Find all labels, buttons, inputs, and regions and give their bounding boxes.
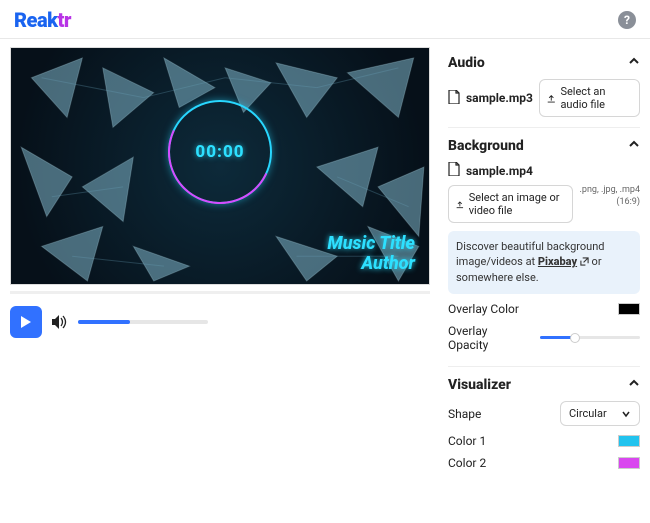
chevron-down-icon <box>621 409 631 419</box>
file-icon <box>448 162 460 179</box>
chevron-up-icon <box>628 377 640 393</box>
audio-section: Audio sample.mp3 Select an audio file <box>448 45 640 128</box>
overlay-opacity-row: Overlay Opacity <box>448 324 640 353</box>
play-icon <box>20 315 32 329</box>
color2-swatch[interactable] <box>618 457 640 469</box>
audio-file-row: sample.mp3 <box>448 90 533 107</box>
volume-fill <box>78 320 130 324</box>
background-info-box: Discover beautiful background image/vide… <box>448 231 640 294</box>
color1-label: Color 1 <box>448 434 486 448</box>
play-button[interactable] <box>10 306 42 338</box>
background-hint: .png, .jpg, .mp4 (16:9) <box>579 185 640 208</box>
visualizer-section-header[interactable]: Visualizer <box>448 377 640 393</box>
preview-music-title: Music Title <box>327 233 415 254</box>
select-audio-button[interactable]: Select an audio file <box>539 79 640 117</box>
preview-timer: 00:00 <box>195 142 244 162</box>
shape-select[interactable]: Circular <box>560 401 640 426</box>
color1-swatch[interactable] <box>618 435 640 447</box>
shape-label: Shape <box>448 407 481 421</box>
video-preview[interactable]: 00:00 Music Title Author <box>10 47 430 285</box>
shape-value: Circular <box>569 407 607 420</box>
color2-row: Color 2 <box>448 456 640 470</box>
overlay-color-swatch[interactable] <box>618 303 640 315</box>
overlay-color-row: Overlay Color <box>448 302 640 316</box>
audio-filename: sample.mp3 <box>466 91 533 105</box>
background-section: Background sample.mp4 Select an image or… <box>448 128 640 367</box>
background-filename: sample.mp4 <box>466 164 533 178</box>
external-link-icon <box>580 255 589 270</box>
background-section-header[interactable]: Background <box>448 138 640 154</box>
preview-author: Author <box>361 253 415 274</box>
upload-icon <box>456 199 464 210</box>
preview-pane: 00:00 Music Title Author <box>0 39 440 523</box>
settings-panel: Audio sample.mp3 Select an audio file Ba… <box>440 39 650 523</box>
color1-row: Color 1 <box>448 434 640 448</box>
upload-icon <box>547 93 556 104</box>
progress-bar[interactable] <box>10 291 430 294</box>
audio-section-header[interactable]: Audio <box>448 55 640 71</box>
pixabay-link[interactable]: Pixabay <box>538 255 577 268</box>
playback-controls <box>10 306 430 338</box>
overlay-opacity-slider[interactable] <box>540 336 640 339</box>
app-header: Reaktr ? <box>0 0 650 39</box>
main-layout: 00:00 Music Title Author Audio <box>0 39 650 523</box>
volume-slider[interactable] <box>78 320 208 324</box>
visualizer-heading: Visualizer <box>448 377 511 393</box>
opacity-thumb <box>570 333 580 343</box>
chevron-up-icon <box>628 55 640 71</box>
shape-row: Shape Circular <box>448 401 640 426</box>
color2-label: Color 2 <box>448 456 486 470</box>
overlay-color-label: Overlay Color <box>448 302 519 316</box>
visualizer-section: Visualizer Shape Circular Color 1 Color … <box>448 367 640 484</box>
file-icon <box>448 90 460 107</box>
background-heading: Background <box>448 138 524 154</box>
chevron-up-icon <box>628 138 640 154</box>
audio-heading: Audio <box>448 55 485 71</box>
select-background-button[interactable]: Select an image or video file <box>448 185 573 223</box>
app-logo: Reaktr <box>14 8 71 32</box>
logo-part-1: Reak <box>14 8 58 32</box>
help-button[interactable]: ? <box>618 11 636 29</box>
background-file-row: sample.mp4 <box>448 162 640 179</box>
overlay-opacity-label: Overlay Opacity <box>448 324 508 353</box>
logo-part-2: tr <box>58 8 71 32</box>
volume-icon[interactable] <box>52 315 68 329</box>
select-background-label: Select an image or video file <box>469 191 565 217</box>
select-audio-label: Select an audio file <box>560 85 632 111</box>
